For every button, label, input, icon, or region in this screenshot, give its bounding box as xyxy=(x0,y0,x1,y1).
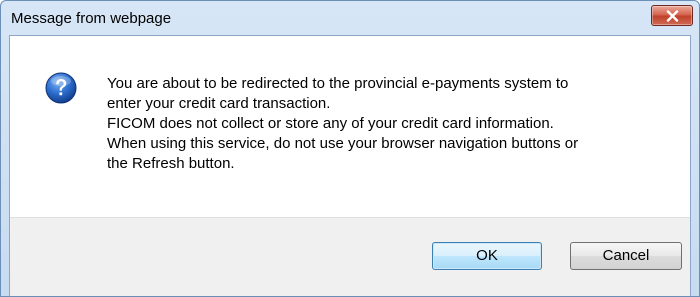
ok-button[interactable]: OK xyxy=(432,242,542,270)
title-bar[interactable]: Message from webpage xyxy=(1,1,699,35)
message-line: FICOM does not collect or store any of y… xyxy=(107,115,554,132)
dialog-window: Message from webpage You are about to be… xyxy=(0,0,700,297)
cancel-button[interactable]: Cancel xyxy=(570,242,682,270)
message-line: the Refresh button. xyxy=(107,155,235,172)
message-line: When using this service, do not use your… xyxy=(107,135,579,152)
message-line: enter your credit card transaction. xyxy=(107,95,331,112)
close-icon xyxy=(666,10,679,22)
question-icon xyxy=(45,72,77,104)
dialog-body: You are about to be redirected to the pr… xyxy=(9,35,691,296)
dialog-title: Message from webpage xyxy=(11,10,172,27)
close-button[interactable] xyxy=(651,5,693,26)
message-line: You are about to be redirected to the pr… xyxy=(107,75,569,92)
dialog-message: You are about to be redirected to the pr… xyxy=(107,74,667,174)
button-bar: OK Cancel xyxy=(10,217,690,296)
